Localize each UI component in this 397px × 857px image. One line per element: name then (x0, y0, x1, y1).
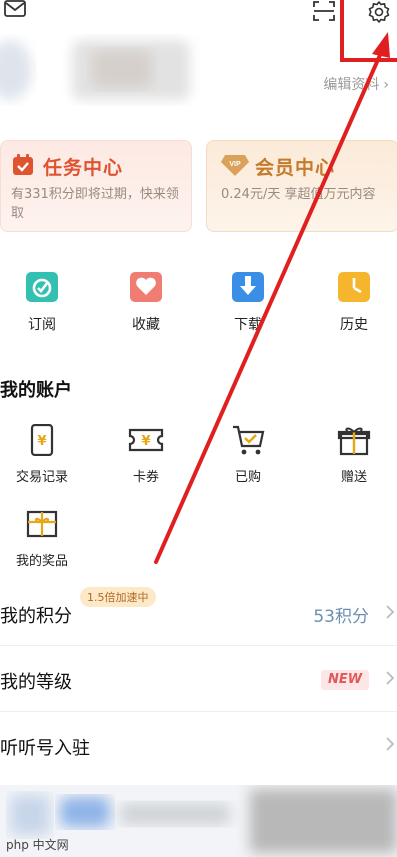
chevron-right-icon: › (383, 77, 389, 93)
vip-diamond-icon: VIP (221, 155, 249, 176)
favorite-button[interactable]: 收藏 (96, 268, 196, 338)
gift-button[interactable]: 赠送 (304, 424, 397, 488)
task-center-subtitle: 有331积分即将过期，快来领取 (11, 187, 179, 221)
history-label: 历史 (340, 317, 368, 333)
divider (0, 711, 397, 712)
creator-label: 听听号入驻 (0, 738, 90, 759)
scan-icon[interactable] (312, 0, 336, 22)
svg-text:¥: ¥ (37, 434, 46, 449)
points-boost-badge: 1.5倍加速中 (80, 587, 156, 607)
subscribe-button[interactable]: 订阅 (0, 268, 92, 338)
chevron-right-icon (386, 671, 395, 685)
transaction-record-button[interactable]: ¥ 交易记录 (0, 424, 92, 488)
creator-signup-row[interactable]: 听听号入驻 (0, 714, 397, 778)
level-label: 我的等级 (0, 672, 72, 693)
purchased-label: 已购 (234, 470, 261, 485)
transaction-label: 交易记录 (15, 470, 68, 485)
my-prize-button[interactable]: 我的奖品 (0, 508, 92, 572)
gift-label: 赠送 (340, 470, 367, 485)
svg-text:¥: ¥ (141, 434, 150, 449)
vip-center-title: 会员中心 (255, 157, 336, 179)
new-badge: NEW (321, 670, 369, 690)
chevron-right-icon (386, 737, 395, 751)
prize-label: 我的奖品 (15, 554, 68, 569)
task-center-title: 任务中心 (43, 157, 124, 179)
edit-profile-link[interactable]: 编辑资料 › (323, 74, 389, 94)
history-button[interactable]: 历史 (304, 268, 397, 338)
subscribe-label: 订阅 (28, 317, 56, 333)
points-value: 53积分 (313, 607, 369, 627)
purchased-button[interactable]: 已购 (198, 424, 298, 488)
purchased-cart-icon (233, 425, 265, 455)
mail-icon[interactable] (4, 0, 26, 18)
settings-gear-icon[interactable] (367, 0, 391, 24)
edit-profile-label: 编辑资料 (323, 77, 380, 93)
gift-icon (337, 427, 371, 456)
transaction-icon: ¥ (30, 424, 54, 456)
favorite-label: 收藏 (132, 317, 160, 333)
vip-center-card[interactable]: VIP 会员中心 0.24元/天 享超值万元内容 (206, 140, 397, 232)
account-section-title: 我的账户 (0, 380, 72, 401)
vip-icon-text: VIP (229, 161, 241, 168)
coupon-label: 卡券 (132, 470, 159, 485)
watermark-text: php 中文网 (6, 838, 69, 852)
calendar-check-icon (13, 154, 33, 175)
chevron-right-icon (386, 605, 395, 619)
vip-center-subtitle: 0.24元/天 享超值万元内容 (221, 187, 376, 202)
divider (0, 645, 397, 646)
favorite-icon (130, 272, 162, 302)
my-points-row[interactable]: 我的积分 53积分 (0, 582, 397, 646)
subscribe-icon (26, 272, 58, 302)
history-icon (338, 272, 370, 302)
points-label: 我的积分 (0, 606, 72, 627)
coupon-icon: ¥ (128, 428, 164, 452)
download-button[interactable]: 下载 (198, 268, 298, 338)
prize-icon (26, 510, 58, 538)
download-label: 下载 (234, 317, 262, 333)
profile-avatar-blurred[interactable] (0, 30, 200, 110)
coupon-button[interactable]: ¥ 卡券 (96, 424, 196, 488)
download-icon (232, 272, 264, 302)
task-center-card[interactable]: 任务中心 有331积分即将过期，快来领取 (0, 140, 192, 232)
